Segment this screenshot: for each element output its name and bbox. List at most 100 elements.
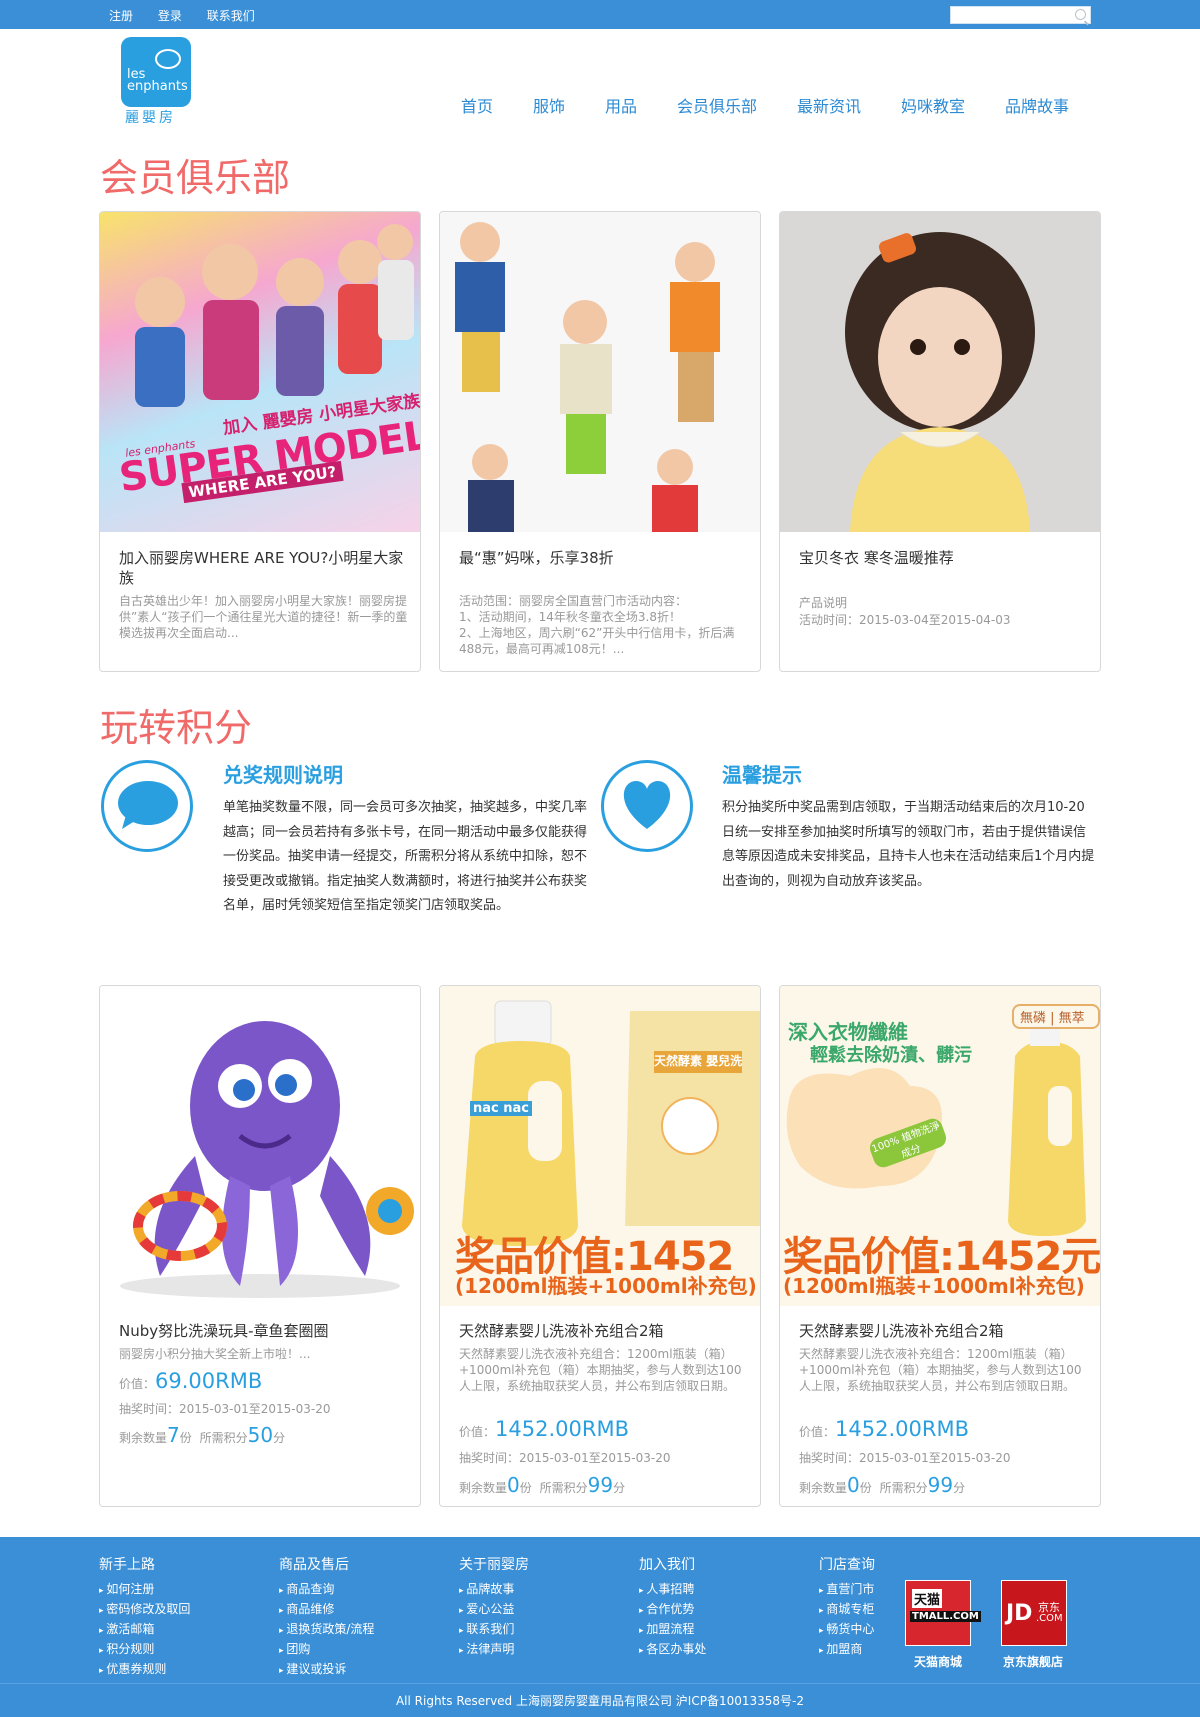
prize-desc: 天然酵素婴儿洗衣液补充组合：1200ml瓶装（箱）+1000ml补充包（箱）本期… [799,1347,1082,1393]
jd-logo[interactable]: JD 京东 .COM [1001,1580,1067,1646]
footer-link[interactable]: 畅货中心 [819,1620,875,1640]
rules-title: 兑奖规则说明 [223,763,343,787]
contact-link[interactable]: 联系我们 [207,7,255,24]
stock-value: 0 [847,1473,860,1497]
copyright: All Rights Reserved 上海丽婴房婴童用品有限公司 沪ICP备1… [0,1683,1200,1717]
speech-bubble-icon [101,760,193,852]
prize-card[interactable]: 深入衣物纖維 輕鬆去除奶漬、髒污 無磷 | 無萃 100% 植物洗淨成分 奖品价… [779,985,1101,1507]
detergent-subheadline: 輕鬆去除奶漬、髒污 [810,1045,972,1066]
tmall-label[interactable]: 天猫商城 [914,1653,962,1670]
footer-link[interactable]: 退换货政策/流程 [279,1620,374,1640]
card-meta: 活动时间：2015-03-04至2015-04-03 [799,613,1011,627]
stock-label: 剩余数量 [119,1431,168,1445]
points-unit: 分 [273,1431,286,1445]
prize-card[interactable]: nac nac 天然酵素 嬰兒洗衣精 奖品价值:1452 (1200ml瓶装+1… [439,985,761,1507]
stock-value: 0 [507,1473,520,1497]
price-label: 价值： [799,1425,836,1439]
prize-time: 抽奖时间：2015-03-01至2015-03-20 [459,1451,671,1465]
heart-icon [601,760,693,852]
price-label: 价值： [119,1377,156,1391]
detergent-image[interactable]: 深入衣物纖維 輕鬆去除奶漬、髒污 無磷 | 無萃 100% 植物洗淨成分 奖品价… [780,986,1100,1306]
nav-apparel[interactable]: 服饰 [533,93,565,117]
footer: 新手上路 如何注册 密码修改及取回 激活邮箱 积分规则 优惠券规则 商品及售后 … [0,1537,1200,1683]
search-icon[interactable] [1075,9,1086,20]
footer-link[interactable]: 人事招聘 [639,1580,706,1600]
search-input[interactable] [950,6,1091,24]
nav-brand-story[interactable]: 品牌故事 [1005,93,1069,117]
jd-logo-text: JD [1006,1601,1033,1626]
footer-link[interactable]: 激活邮箱 [99,1620,190,1640]
prize-card[interactable]: Nuby努比洗澡玩具-章鱼套圈圈 丽婴房小积分抽大奖全新上市啦！... 价值：6… [99,985,421,1507]
price-value: 69.00RMB [155,1369,263,1393]
points-label: 所需积分 [539,1481,588,1495]
footer-link[interactable]: 合作优势 [639,1600,706,1620]
login-link[interactable]: 登录 [158,7,182,24]
footer-col-service: 商品及售后 商品查询 商品维修 退换货政策/流程 团购 建议或投诉 [279,1554,374,1680]
tmall-logo-text: 天猫 [912,1589,943,1608]
package-label: 天然酵素 嬰兒洗衣精 [654,1054,742,1068]
club-card[interactable]: 宝贝冬衣 寒冬温暖推荐 产品说明 活动时间：2015-03-04至2015-04… [779,211,1101,672]
footer-link[interactable]: 加盟商 [819,1640,875,1660]
footer-link[interactable]: 建议或投诉 [279,1660,374,1680]
price-label: 价值： [459,1425,496,1439]
footer-link[interactable]: 如何注册 [99,1580,190,1600]
elephant-icon [155,49,181,69]
nav-supplies[interactable]: 用品 [605,93,637,117]
points-unit: 分 [613,1481,626,1495]
card-title[interactable]: 加入丽婴房WHERE ARE YOU?小明星大家族 [119,548,409,588]
rules-body: 单笔抽奖数量不限，同一会员可多次抽奖，抽奖越多，中奖几率越高；同一会员若持有多张… [223,800,588,913]
footer-col-head: 关于丽婴房 [459,1557,529,1573]
footer-link[interactable]: 品牌故事 [459,1580,529,1600]
prize-title[interactable]: 天然酵素婴儿洗液补充组合2箱 [459,1321,749,1341]
price-value: 1452.00RMB [835,1417,969,1441]
footer-link[interactable]: 商品维修 [279,1600,374,1620]
points-value: 99 [587,1473,614,1497]
club-card[interactable]: 最“惠”妈咪，乐享38折 活动范围：丽婴房全国直营门市活动内容： 1、活动期间，… [439,211,761,672]
detergent-image[interactable]: nac nac 天然酵素 嬰兒洗衣精 奖品价值:1452 (1200ml瓶装+1… [440,986,760,1306]
footer-link[interactable]: 积分规则 [99,1640,190,1660]
kids-fashion-image[interactable] [440,212,760,532]
club-card[interactable]: 加入 麗嬰房 小明星大家族 les enphants SUPER MODEL W… [99,211,421,672]
tips-title: 温馨提示 [722,763,802,787]
points-label: 所需积分 [199,1431,248,1445]
brand-tag: nac nac [470,1101,532,1116]
footer-link[interactable]: 加盟流程 [639,1620,706,1640]
stock-label: 剩余数量 [799,1481,848,1495]
nav-news[interactable]: 最新资讯 [797,93,861,117]
card-title[interactable]: 最“惠”妈咪，乐享38折 [459,548,749,568]
baby-winter-image[interactable] [780,212,1100,532]
footer-link[interactable]: 法律声明 [459,1640,529,1660]
card-title[interactable]: 宝贝冬衣 寒冬温暖推荐 [799,548,1089,568]
top-bar: 注册 登录 联系我们 [0,0,1200,29]
footer-link[interactable]: 密码修改及取回 [99,1600,190,1620]
points-label: 所需积分 [879,1481,928,1495]
supermodel-image[interactable]: 加入 麗嬰房 小明星大家族 les enphants SUPER MODEL W… [100,212,420,532]
footer-link[interactable]: 商品查询 [279,1580,374,1600]
footer-link[interactable]: 商城专柜 [819,1600,875,1620]
prize-desc: 丽婴房小积分抽大奖全新上市啦！... [119,1347,311,1361]
tmall-logo[interactable]: 天猫 TMALL.COM [905,1580,981,1646]
octopus-toy-image[interactable] [100,986,420,1306]
footer-link[interactable]: 团购 [279,1640,374,1660]
logo[interactable]: les enphants [121,37,191,107]
nav-club[interactable]: 会员俱乐部 [677,93,757,117]
points-value: 99 [927,1473,954,1497]
footer-link[interactable]: 联系我们 [459,1620,529,1640]
prize-title[interactable]: Nuby努比洗澡玩具-章鱼套圈圈 [119,1321,409,1341]
jd-label[interactable]: 京东旗舰店 [1003,1653,1063,1670]
stock-unit: 份 [859,1481,872,1495]
footer-col-stores: 门店查询 直营门市 商城专柜 畅货中心 加盟商 [819,1554,875,1660]
footer-link[interactable]: 优惠券规则 [99,1660,190,1680]
card-desc: 活动范围：丽婴房全国直营门市活动内容： 1、活动期间，14年秋冬童衣全场3.8折… [459,594,735,656]
footer-col-head: 新手上路 [99,1557,155,1573]
footer-link[interactable]: 爱心公益 [459,1600,529,1620]
prize-title[interactable]: 天然酵素婴儿洗液补充组合2箱 [799,1321,1089,1341]
prize-price: 价值：1452.00RMB [799,1417,969,1441]
footer-link[interactable]: 直营门市 [819,1580,875,1600]
register-link[interactable]: 注册 [109,7,133,24]
prize-desc: 天然酵素婴儿洗衣液补充组合：1200ml瓶装（箱）+1000ml补充包（箱）本期… [459,1347,742,1393]
price-value: 1452.00RMB [495,1417,629,1441]
nav-classroom[interactable]: 妈咪教室 [901,93,965,117]
footer-link[interactable]: 各区办事处 [639,1640,706,1660]
nav-home[interactable]: 首页 [461,93,493,117]
